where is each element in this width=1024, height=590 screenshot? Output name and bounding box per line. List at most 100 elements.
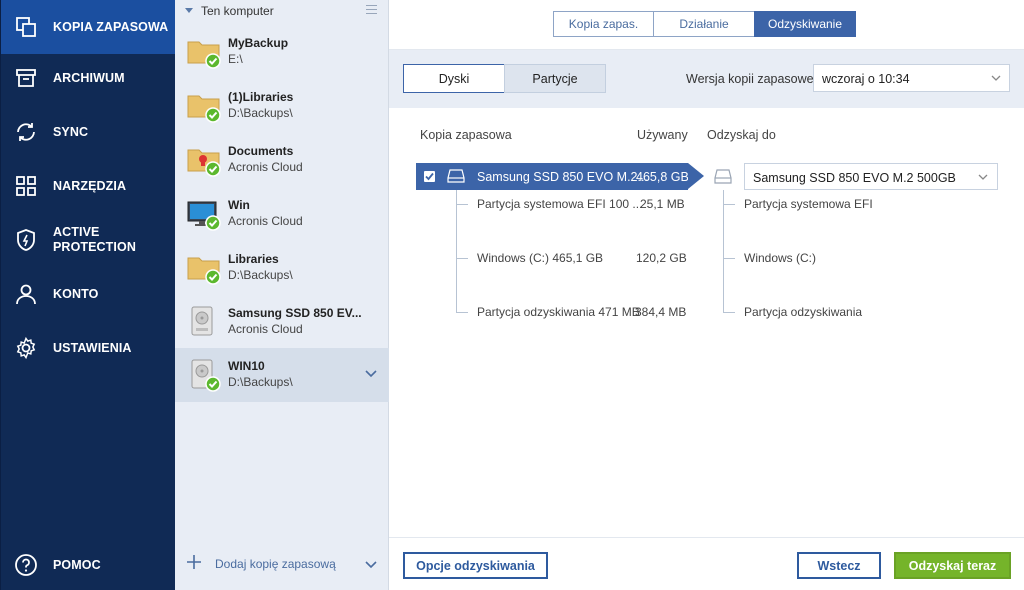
backup-location: D:\Backups\ (228, 375, 293, 389)
backup-item-win[interactable]: Win Acronis Cloud (175, 187, 389, 241)
nav-item-sync[interactable]: SYNC (1, 105, 176, 159)
nav-label-line1: ACTIVE (53, 225, 100, 239)
tab-disks[interactable]: Dyski (403, 64, 505, 93)
backup-version-value: wczoraj o 10:34 (822, 72, 910, 86)
tree-line (456, 258, 468, 259)
recovery-sub-bar: Dyski Partycje Wersja kopii zapasowej: w… (389, 50, 1024, 108)
nav-item-tools[interactable]: NARZĘDZIA (1, 159, 176, 213)
folder-icon (187, 41, 221, 69)
backup-item-mybackup[interactable]: MyBackup E:\ (175, 25, 389, 79)
backup-location: E:\ (228, 52, 243, 66)
folder-lock-icon (187, 149, 221, 177)
nav-label: KONTO (53, 286, 99, 301)
nav-item-archive[interactable]: ARCHIWUM (1, 51, 176, 105)
backup-name: Documents (228, 144, 294, 158)
backup-item-1libraries[interactable]: (1)Libraries D:\Backups\ (175, 79, 389, 133)
backup-version-select[interactable]: wczoraj o 10:34 (813, 64, 1010, 92)
gear-icon (14, 336, 38, 360)
tree-line (723, 312, 735, 313)
nav-label: NARZĘDZIA (53, 178, 127, 193)
target-disk-select[interactable]: Samsung SSD 850 EVO M.2 500GB (744, 163, 998, 190)
user-icon (14, 282, 38, 306)
backup-location: D:\Backups\ (228, 106, 293, 120)
nav-item-backup[interactable]: KOPIA ZAPASOWA (1, 0, 176, 54)
backup-item-win10[interactable]: WIN10 D:\Backups\ (175, 348, 389, 402)
tab-recovery[interactable]: Odzyskiwanie (754, 11, 856, 37)
nav-item-help[interactable]: POMOC (1, 538, 176, 590)
backup-item-libraries[interactable]: Libraries D:\Backups\ (175, 241, 389, 295)
nav-label: POMOC (53, 557, 101, 572)
hard-disk-icon (447, 169, 465, 183)
chevron-down-icon[interactable] (365, 559, 377, 569)
target-partition-name: Partycja odzyskiwania (744, 305, 863, 319)
tree-line (723, 190, 724, 312)
plus-icon (187, 555, 201, 569)
target-partition-name: Partycja systemowa EFI (744, 197, 873, 211)
source-partition-size: 120,2 GB (636, 251, 687, 265)
chevron-down-icon (991, 75, 1001, 81)
add-backup-button[interactable]: Dodaj kopię zapasową (175, 540, 389, 590)
tree-line (456, 190, 457, 312)
target-disk-value: Samsung SSD 850 EVO M.2 500GB (753, 171, 956, 185)
backup-name: Libraries (228, 252, 279, 266)
nav-item-active-protection[interactable]: ACTIVE PROTECTION (1, 213, 176, 267)
column-header-backup: Kopia zapasowa (420, 128, 512, 142)
backup-list-panel: Ten komputer MyBackup E:\ (1)Libraries D… (175, 0, 389, 590)
backup-item-samsung[interactable]: Samsung SSD 850 EV... Acronis Cloud (175, 295, 389, 349)
chevron-down-icon (978, 174, 988, 180)
backup-name: (1)Libraries (228, 90, 294, 104)
add-backup-label: Dodaj kopię zapasową (215, 557, 336, 571)
hamburger-menu-icon[interactable] (366, 5, 377, 14)
backup-name: MyBackup (228, 36, 289, 50)
footer-bar: Opcje odzyskiwania Wstecz Odzyskaj teraz (389, 537, 1024, 590)
target-partition-name: Windows (C:) (744, 251, 817, 265)
column-header-restore-to: Odzyskaj do (707, 128, 776, 142)
source-partition-name: Partycja systemowa EFI 100 ... (477, 197, 643, 211)
source-partition-size: 25,1 MB (640, 197, 685, 211)
backup-name: WIN10 (228, 359, 265, 373)
nav-item-account[interactable]: KONTO (1, 267, 176, 321)
source-partition-name: Partycja odzyskiwania 471 MB (477, 305, 640, 319)
backup-version-label: Wersja kopii zapasowej: (686, 72, 820, 86)
tree-line (456, 204, 468, 205)
backup-location: D:\Backups\ (228, 268, 293, 282)
tab-activity[interactable]: Działanie (653, 11, 755, 37)
nav-label: ACTIVE PROTECTION (53, 225, 136, 255)
archive-icon (14, 66, 38, 90)
nav-label-line2: PROTECTION (53, 240, 136, 254)
tree-line (723, 204, 735, 205)
main-nav: KOPIA ZAPASOWA ARCHIWUM SYNC NARZĘDZIA A… (0, 0, 176, 590)
folder-icon (187, 257, 221, 285)
nav-item-settings[interactable]: USTAWIENIA (1, 321, 176, 375)
source-disk-row[interactable]: Samsung SSD 850 EVO M.2... 465,8 GB (416, 163, 704, 190)
hard-drive-icon (191, 359, 221, 392)
back-button[interactable]: Wstecz (797, 552, 881, 579)
tab-backup[interactable]: Kopia zapas. (553, 11, 654, 37)
source-disk-name: Samsung SSD 850 EVO M.2... (477, 170, 648, 184)
nav-label: SYNC (53, 124, 89, 139)
backup-list-header[interactable]: Ten komputer (175, 0, 389, 22)
source-disk-size: 465,8 GB (636, 170, 689, 184)
backup-item-documents[interactable]: Documents Acronis Cloud (175, 133, 389, 187)
recovery-options-button[interactable]: Opcje odzyskiwania (403, 552, 548, 579)
main-content: Kopia zapas. Działanie Odzyskiwanie Dysk… (389, 0, 1024, 590)
source-partition-name: Windows (C:) 465,1 GB (477, 251, 604, 265)
top-tab-bar: Kopia zapas. Działanie Odzyskiwanie (389, 0, 1024, 50)
tab-partitions[interactable]: Partycje (504, 64, 606, 93)
disk-checkbox[interactable] (424, 171, 435, 182)
source-partition-size: 384,4 MB (635, 305, 687, 319)
nav-label: ARCHIWUM (53, 70, 125, 85)
backup-name: Win (228, 198, 250, 212)
recover-now-button[interactable]: Odzyskaj teraz (894, 552, 1011, 579)
shield-icon (14, 228, 38, 252)
backup-location: Acronis Cloud (228, 160, 303, 174)
nav-label: KOPIA ZAPASOWA (53, 19, 169, 34)
chevron-down-icon[interactable] (365, 368, 377, 378)
tree-line (723, 258, 735, 259)
backup-location: Acronis Cloud (228, 322, 303, 336)
monitor-icon (187, 201, 221, 231)
collapse-triangle-icon[interactable] (185, 8, 193, 13)
backup-name: Samsung SSD 850 EV... (228, 306, 362, 320)
nav-label: USTAWIENIA (53, 340, 132, 355)
tools-grid-icon (14, 174, 38, 198)
